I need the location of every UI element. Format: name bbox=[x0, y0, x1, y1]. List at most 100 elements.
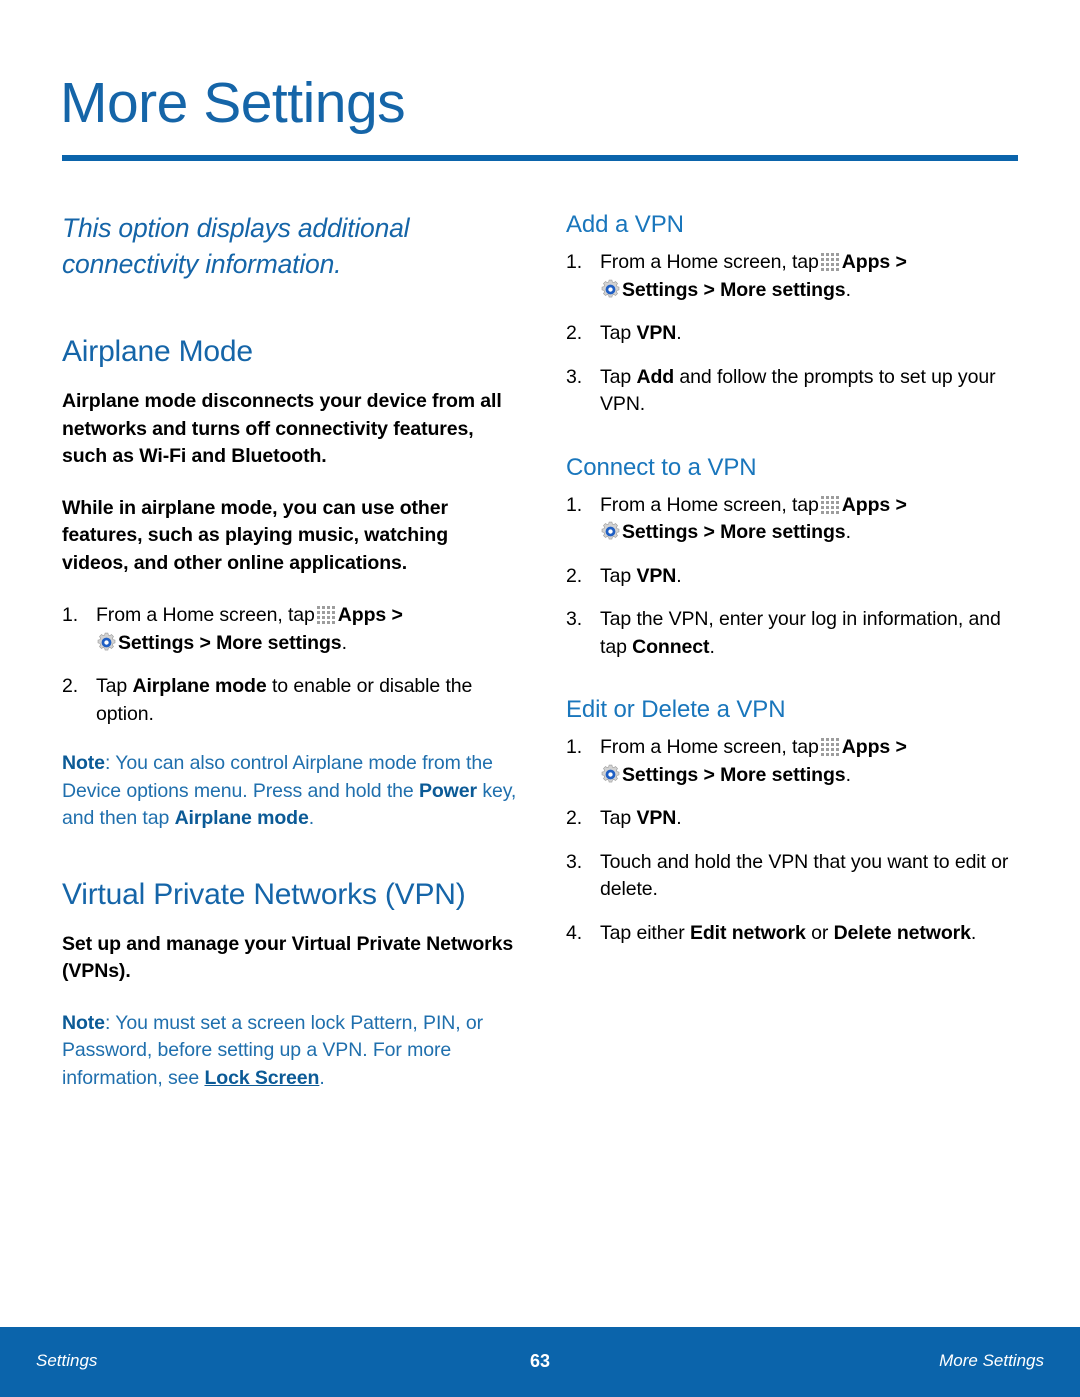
gear-icon[interactable] bbox=[600, 764, 621, 785]
more-settings-label: More settings bbox=[720, 278, 846, 301]
step-text-post: . bbox=[341, 631, 347, 654]
add-vpn-steps: 1. From a Home screen, tap Apps > Settings… bbox=[566, 249, 1021, 419]
step-bold-term: Connect bbox=[632, 635, 710, 658]
step-item: 3. Touch and hold the VPN that you want t… bbox=[566, 849, 1021, 904]
step-text-pre: Touch and hold the VPN that you want to … bbox=[600, 850, 1009, 901]
step-item: 1. From a Home screen, tap Apps > Settings… bbox=[566, 492, 1021, 547]
step-separator-2: > bbox=[703, 521, 715, 543]
footer-topic-label: More Settings bbox=[939, 1351, 1044, 1370]
apps-grid-icon[interactable] bbox=[316, 606, 337, 624]
more-settings-label: More settings bbox=[720, 521, 846, 543]
edit-delete-vpn-steps: 1. From a Home screen, tap Apps > Settings… bbox=[566, 734, 1021, 947]
step-text-pre: Tap either bbox=[600, 921, 685, 944]
step-bold-delete-network: Delete network bbox=[833, 921, 971, 944]
step-text-post: . bbox=[709, 635, 715, 658]
settings-label: Settings bbox=[118, 631, 195, 654]
step-text-post: . bbox=[845, 278, 851, 301]
step-text-post: . bbox=[845, 521, 851, 543]
step-number: 3. bbox=[566, 365, 583, 388]
airplane-mode-steps: 1. From a Home screen, tap Apps > Settings… bbox=[62, 602, 517, 728]
step-item: 2. Tap VPN. bbox=[566, 320, 1021, 348]
step-separator-2: > bbox=[703, 278, 715, 301]
step-number: 2. bbox=[62, 675, 79, 697]
airplane-paragraph-1: Airplane mode disconnects your device fr… bbox=[62, 390, 502, 467]
gear-icon[interactable] bbox=[96, 632, 117, 653]
step-item: 1. From a Home screen, tap Apps > Settings… bbox=[566, 734, 1021, 789]
step-item: 4. Tap either Edit network or Delete netw… bbox=[566, 920, 1021, 948]
step-item: 3. Tap the VPN, enter your log in informa… bbox=[566, 606, 1021, 661]
airplane-note: Note: You can also control Airplane mode… bbox=[62, 750, 517, 833]
vpn-note: Note: You must set a screen lock Pattern… bbox=[62, 1010, 517, 1093]
title-divider bbox=[62, 155, 1018, 161]
apps-grid-icon[interactable] bbox=[820, 495, 841, 514]
settings-label: Settings bbox=[622, 763, 699, 786]
step-separator-2: > bbox=[199, 631, 211, 654]
apps-grid-icon[interactable] bbox=[820, 253, 841, 271]
step-text-pre: From a Home screen, tap bbox=[600, 251, 819, 273]
step-text-post: . bbox=[970, 921, 977, 944]
step-text-post: . bbox=[676, 807, 682, 829]
settings-label: Settings bbox=[622, 521, 699, 543]
step-number: 1. bbox=[566, 493, 583, 516]
page-title: More Settings bbox=[60, 71, 406, 135]
step-item: 3. Tap Add and follow the prompts to set … bbox=[566, 364, 1021, 419]
step-bold-term: Airplane mode bbox=[132, 675, 267, 697]
step-text-post: . bbox=[676, 564, 682, 587]
apps-grid-icon[interactable] bbox=[820, 738, 841, 756]
note-text-b: . bbox=[319, 1066, 325, 1089]
gear-icon[interactable] bbox=[600, 521, 621, 542]
step-item: 2. Tap VPN. bbox=[566, 805, 1021, 833]
step-text-pre: Tap bbox=[600, 322, 632, 344]
step-separator: > bbox=[895, 736, 907, 758]
step-number: 1. bbox=[62, 604, 79, 626]
step-separator-2: > bbox=[703, 763, 715, 786]
step-text-pre: Tap bbox=[600, 807, 632, 829]
step-item: 1. From a Home screen, tap Apps > Settings… bbox=[62, 602, 517, 657]
note-label: Note bbox=[62, 752, 105, 774]
step-bold-term: Add bbox=[636, 365, 675, 388]
airplane-paragraph-2: While in airplane mode, you can use othe… bbox=[62, 496, 449, 574]
vpn-paragraph-1: Set up and manage your Virtual Private N… bbox=[62, 932, 514, 983]
heading-add-a-vpn: Add a VPN bbox=[566, 211, 684, 238]
right-column: Add a VPN 1. From a Home screen, tap Apps … bbox=[566, 210, 1021, 947]
gear-icon[interactable] bbox=[600, 279, 621, 300]
step-separator: > bbox=[895, 251, 907, 273]
note-power-key: Power bbox=[418, 779, 477, 802]
step-number: 2. bbox=[566, 564, 583, 587]
step-separator: > bbox=[895, 493, 907, 516]
step-item: 2. Tap VPN. bbox=[566, 563, 1021, 591]
intro-paragraph: This option displays additional connecti… bbox=[62, 213, 410, 279]
note-label: Note bbox=[62, 1011, 105, 1034]
step-text-pre: Tap bbox=[96, 675, 128, 697]
step-item: 1. From a Home screen, tap Apps > Settings… bbox=[566, 249, 1021, 304]
note-text-c: . bbox=[308, 807, 315, 829]
heading-virtual-private-networks: Virtual Private Networks (VPN) bbox=[62, 877, 466, 911]
page-footer: Settings 63 More Settings bbox=[0, 1327, 1080, 1397]
step-number: 2. bbox=[566, 322, 583, 344]
heading-edit-or-delete-a-vpn: Edit or Delete a VPN bbox=[566, 696, 786, 723]
step-separator: > bbox=[391, 604, 403, 626]
more-settings-label: More settings bbox=[720, 763, 846, 786]
step-bold-term: VPN bbox=[636, 807, 677, 829]
note-airplane-mode: Airplane mode bbox=[174, 807, 309, 829]
apps-label: Apps bbox=[337, 604, 387, 626]
step-text-mid: or bbox=[811, 921, 829, 944]
step-text-pre: From a Home screen, tap bbox=[600, 493, 819, 516]
step-bold-edit-network: Edit network bbox=[689, 921, 806, 944]
more-settings-label: More settings bbox=[216, 631, 342, 654]
step-number: 2. bbox=[566, 807, 583, 829]
settings-label: Settings bbox=[622, 278, 699, 301]
step-number: 3. bbox=[566, 850, 583, 873]
heading-airplane-mode: Airplane Mode bbox=[62, 335, 253, 368]
apps-label: Apps bbox=[841, 251, 891, 273]
footer-page-number: 63 bbox=[529, 1351, 551, 1371]
step-number: 1. bbox=[566, 251, 583, 273]
left-column: This option displays additional connecti… bbox=[62, 210, 517, 1092]
step-text-pre: Tap bbox=[600, 365, 632, 388]
apps-label: Apps bbox=[841, 493, 891, 516]
step-text-pre: From a Home screen, tap bbox=[96, 604, 315, 626]
step-text-post: . bbox=[845, 763, 851, 786]
lock-screen-link[interactable]: Lock Screen bbox=[204, 1067, 319, 1089]
step-number: 1. bbox=[566, 736, 583, 758]
step-number: 3. bbox=[566, 608, 583, 630]
